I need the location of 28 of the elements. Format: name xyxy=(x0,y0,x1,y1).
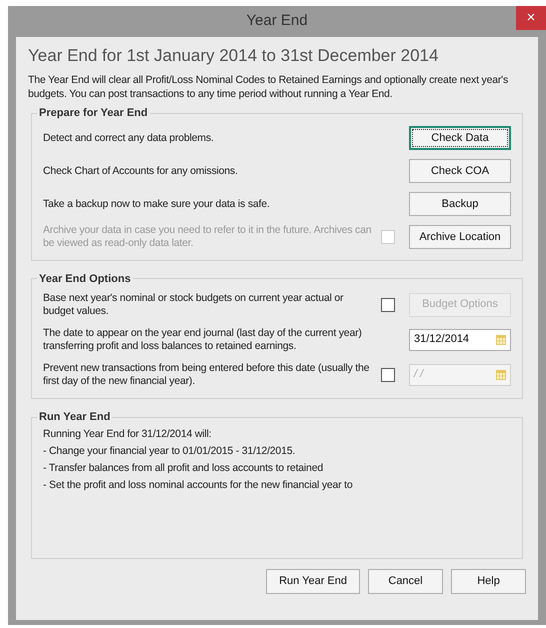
checkbox[interactable] xyxy=(381,298,395,312)
summary-line: - Change your financial year to 01/01/2015 - 31/12/2015. xyxy=(43,444,296,458)
action-button[interactable]: Check Data xyxy=(409,126,511,150)
row-label: Prevent new transactions from being entered before this date (usually the first day of the new financial year). xyxy=(43,362,370,388)
summary-line: Running Year End for 31/12/2014 will: xyxy=(43,426,212,442)
row-label: Base next year's nominal or stock budgets on current year actual or budget values. xyxy=(43,292,344,318)
summary-line: - Transfer balances from all profit and loss accounts to retained xyxy=(43,460,324,476)
row-label: Archive your data in case you need to refer to it in the future. Archives can be viewed as read-only data later. xyxy=(43,224,372,250)
checkbox[interactable] xyxy=(381,368,395,382)
close-button[interactable]: × xyxy=(516,6,546,30)
dialog-button[interactable]: Cancel xyxy=(368,569,443,594)
section-title: Year End Options xyxy=(38,272,132,286)
row-label: Check Chart of Accounts for any omissions. xyxy=(43,164,239,178)
calendar-icon[interactable] xyxy=(496,334,506,344)
summary-line: - Set the profit and loss nominal accounts for the new financial year to xyxy=(43,478,354,492)
section-title: Prepare for Year End xyxy=(38,106,149,121)
action-button[interactable]: Check COA xyxy=(409,159,511,183)
dialog-heading: Year End for 1st January 2014 to 31st December 2014 xyxy=(28,45,440,67)
intro-text: The Year End will clear all Profit/Loss Nominal Codes to Retained Earnings and optionally create next year's budgets. You can post transactions to any time period without running a Year End. xyxy=(28,73,510,101)
section-title: Run Year End xyxy=(38,410,112,425)
window-title: Year End xyxy=(246,11,308,32)
action-button[interactable]: Backup xyxy=(409,192,511,216)
dialog-button[interactable]: Run Year End xyxy=(266,569,360,594)
row-label: Detect and correct any data problems. xyxy=(43,132,215,144)
row-label: Take a backup now to make sure your data is safe. xyxy=(43,198,271,210)
date-field[interactable]: 31/12/2014 xyxy=(409,328,511,350)
dialog-button[interactable]: Help xyxy=(451,569,526,594)
row-label: The date to appear on the year end journal (last day of the current year) transferring profit and loss balances to retained earnings. xyxy=(43,326,363,352)
